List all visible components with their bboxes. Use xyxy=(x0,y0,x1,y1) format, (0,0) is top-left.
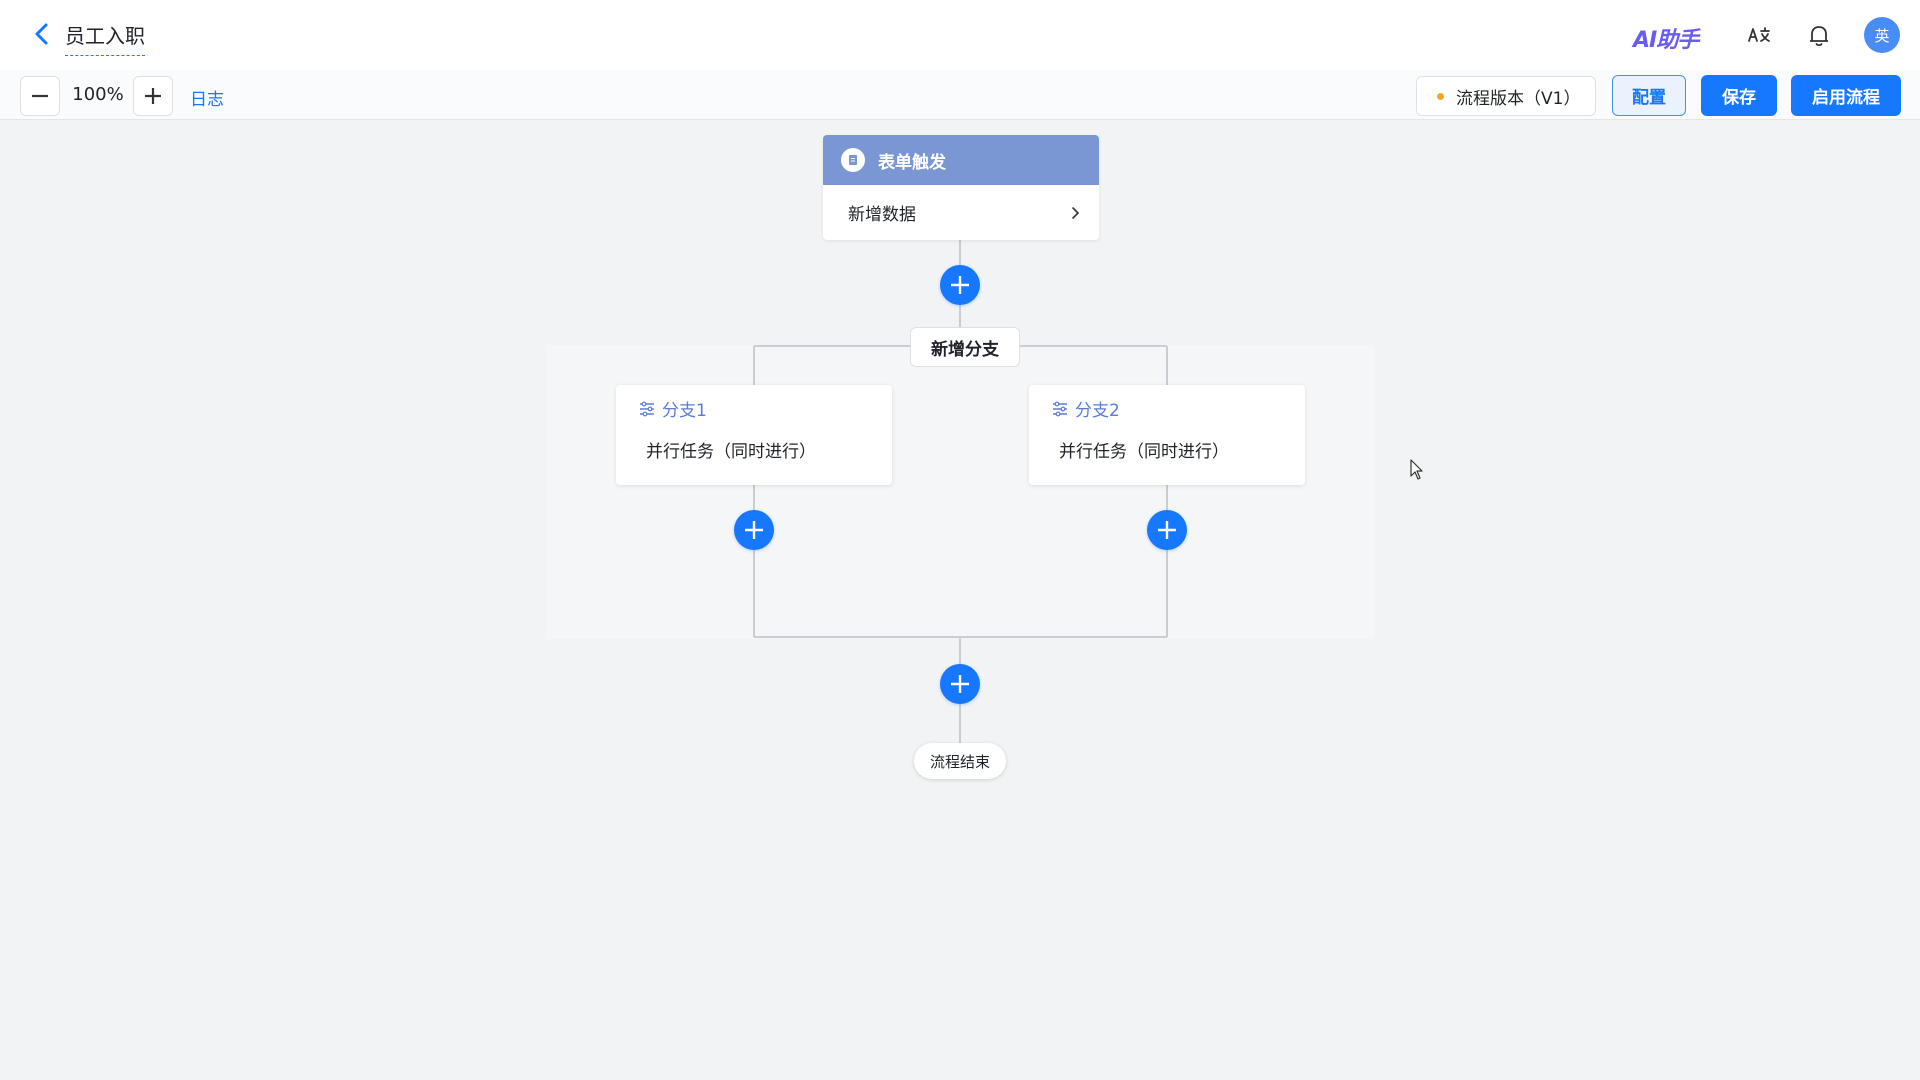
flow-end-node: 流程结束 xyxy=(914,743,1006,779)
add-branch-button[interactable]: 新增分支 xyxy=(910,327,1020,367)
branch-settings-icon xyxy=(640,401,654,416)
trigger-title: 表单触发 xyxy=(878,152,946,173)
plus-icon xyxy=(951,276,969,294)
branch-description: 并行任务（同时进行） xyxy=(1059,442,1229,462)
plus-icon xyxy=(1158,521,1176,539)
trigger-action-label: 新增数据 xyxy=(848,205,916,225)
add-node-branch-1-button[interactable] xyxy=(734,510,774,550)
branch-header: 分支2 xyxy=(1051,396,1120,421)
plus-icon xyxy=(951,675,969,693)
add-node-button[interactable] xyxy=(940,265,980,305)
branch-card-1[interactable]: 分支1 并行任务（同时进行） xyxy=(616,385,892,485)
branch-name: 分支2 xyxy=(1075,401,1120,421)
trigger-action-row[interactable]: 新增数据 xyxy=(823,185,1099,240)
branch-card-2[interactable]: 分支2 并行任务（同时进行） xyxy=(1029,385,1305,485)
trigger-node-header: 表单触发 xyxy=(823,135,1099,185)
mouse-cursor-icon xyxy=(1410,459,1423,480)
add-node-branch-2-button[interactable] xyxy=(1147,510,1187,550)
branch-settings-icon xyxy=(1053,401,1067,416)
trigger-node[interactable]: 表单触发 新增数据 xyxy=(823,135,1099,240)
plus-icon xyxy=(745,521,763,539)
branch-description: 并行任务（同时进行） xyxy=(646,442,816,462)
branch-header: 分支1 xyxy=(638,396,707,421)
add-node-after-merge-button[interactable] xyxy=(940,664,980,704)
form-icon xyxy=(841,148,865,172)
branch-name: 分支1 xyxy=(662,401,707,421)
chevron-right-icon xyxy=(1072,206,1079,219)
